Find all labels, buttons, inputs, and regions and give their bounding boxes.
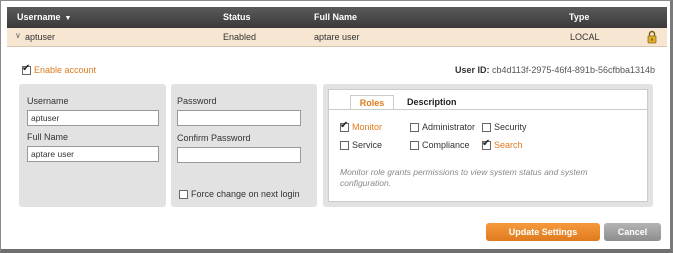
column-header-type[interactable]: Type — [569, 12, 589, 22]
password-input[interactable] — [177, 110, 301, 126]
checkbox-icon[interactable] — [22, 63, 31, 76]
checkbox-icon[interactable] — [179, 190, 188, 200]
role-search-checkbox[interactable]: Search — [482, 138, 523, 151]
checkbox-icon[interactable] — [410, 123, 419, 133]
update-settings-button[interactable]: Update Settings — [486, 223, 600, 241]
checkbox-icon[interactable] — [340, 141, 349, 151]
cancel-button[interactable]: Cancel — [604, 223, 661, 241]
tab-description[interactable]: Description — [407, 97, 457, 107]
tab-divider — [329, 109, 649, 110]
password-panel: Password Confirm Password Force change o… — [171, 84, 317, 207]
full-name-input[interactable] — [27, 146, 159, 162]
column-header-status[interactable]: Status — [223, 12, 251, 22]
row-full-name: aptare user — [314, 32, 360, 42]
checkbox-icon[interactable] — [482, 123, 491, 133]
role-monitor-checkbox[interactable]: Monitor — [340, 120, 382, 133]
password-label: Password — [177, 96, 217, 106]
role-security-checkbox[interactable]: Security — [482, 122, 527, 133]
column-header-username[interactable]: Username ▼ — [17, 12, 71, 22]
sort-down-icon[interactable]: ▼ — [65, 15, 72, 22]
role-compliance-checkbox[interactable]: Compliance — [410, 140, 470, 151]
column-header-full-name[interactable]: Full Name — [314, 12, 357, 22]
identity-panel: Username Full Name — [19, 84, 166, 207]
role-description: Monitor role grants permissions to view … — [340, 167, 588, 188]
user-details-panel: Enable account User ID: cb4d113f-2975-46… — [7, 47, 667, 241]
force-change-checkbox[interactable]: Force change on next login — [179, 189, 300, 200]
username-label: Username — [27, 96, 69, 106]
expand-toggle-icon[interactable]: ∨ — [15, 31, 21, 40]
checkbox-icon[interactable] — [410, 141, 419, 151]
row-status: Enabled — [223, 32, 257, 42]
user-id-label: User ID: — [455, 65, 490, 75]
role-service-checkbox[interactable]: Service — [340, 140, 382, 151]
row-type: LOCAL — [570, 32, 600, 42]
roles-box: Roles Description Monitor Administrator … — [328, 89, 649, 202]
role-administrator-checkbox[interactable]: Administrator — [410, 122, 475, 133]
checkbox-icon[interactable] — [482, 138, 491, 151]
table-header: Username ▼ Status Full Name Type — [7, 7, 667, 28]
checkbox-icon[interactable] — [340, 120, 349, 133]
roles-panel: Roles Description Monitor Administrator … — [323, 84, 653, 207]
confirm-password-input[interactable] — [177, 147, 301, 163]
lock-icon[interactable] — [647, 30, 657, 44]
user-id-value: cb4d113f-2975-46f4-891b-56cfbba1314b — [492, 65, 655, 75]
username-input[interactable] — [27, 110, 159, 126]
tab-roles[interactable]: Roles — [350, 95, 394, 109]
enable-account-checkbox[interactable]: Enable account — [22, 63, 96, 76]
table-row[interactable]: ∨ aptuser Enabled aptare user LOCAL — [7, 28, 667, 47]
user-id: User ID: cb4d113f-2975-46f4-891b-56cfbba… — [455, 65, 655, 75]
full-name-label: Full Name — [27, 132, 69, 142]
confirm-password-label: Confirm Password — [177, 133, 251, 143]
row-username: aptuser — [25, 32, 56, 42]
